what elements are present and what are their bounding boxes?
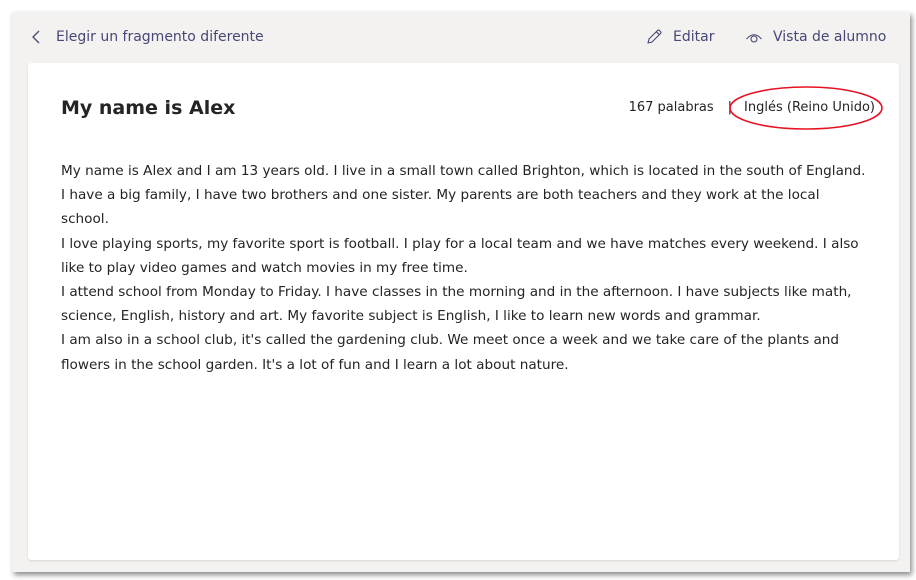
passage-title: My name is Alex (61, 97, 236, 119)
word-count: 167 palabras (628, 100, 714, 115)
choose-different-passage-label: Elegir un fragmento diferente (56, 29, 264, 45)
eye-icon (746, 34, 762, 43)
language-selector[interactable]: Inglés (Reino Unido) (729, 86, 883, 130)
passage-body: My name is Alex and I am 13 years old. I… (61, 159, 871, 377)
student-view-label: Vista de alumno (773, 29, 887, 45)
pencil-icon (647, 29, 662, 44)
chevron-left-icon (32, 30, 40, 44)
student-view-button[interactable]: Vista de alumno (745, 27, 886, 47)
passage-paragraph: I am also in a school club, it's called … (61, 332, 840, 373)
edit-label: Editar (673, 29, 715, 45)
language-label: Inglés (Reino Unido) (744, 100, 875, 115)
top-bar: Elegir un fragmento diferente Editar Vis… (12, 12, 910, 62)
passage-meta: 167 palabras | Inglés (Reino Unido) (628, 86, 883, 130)
app-frame: Elegir un fragmento diferente Editar Vis… (12, 12, 910, 572)
edit-button[interactable]: Editar (645, 27, 714, 47)
passage-paragraph: I attend school from Monday to Friday. I… (61, 284, 852, 325)
passage-card: My name is Alex 167 palabras | Inglés (R… (28, 63, 899, 560)
meta-separator: | (727, 100, 733, 115)
passage-paragraph: I love playing sports, my favorite sport… (61, 235, 859, 276)
choose-different-passage-link[interactable]: Elegir un fragmento diferente (30, 27, 264, 47)
passage-paragraph: My name is Alex and I am 13 years old. I… (61, 163, 866, 228)
